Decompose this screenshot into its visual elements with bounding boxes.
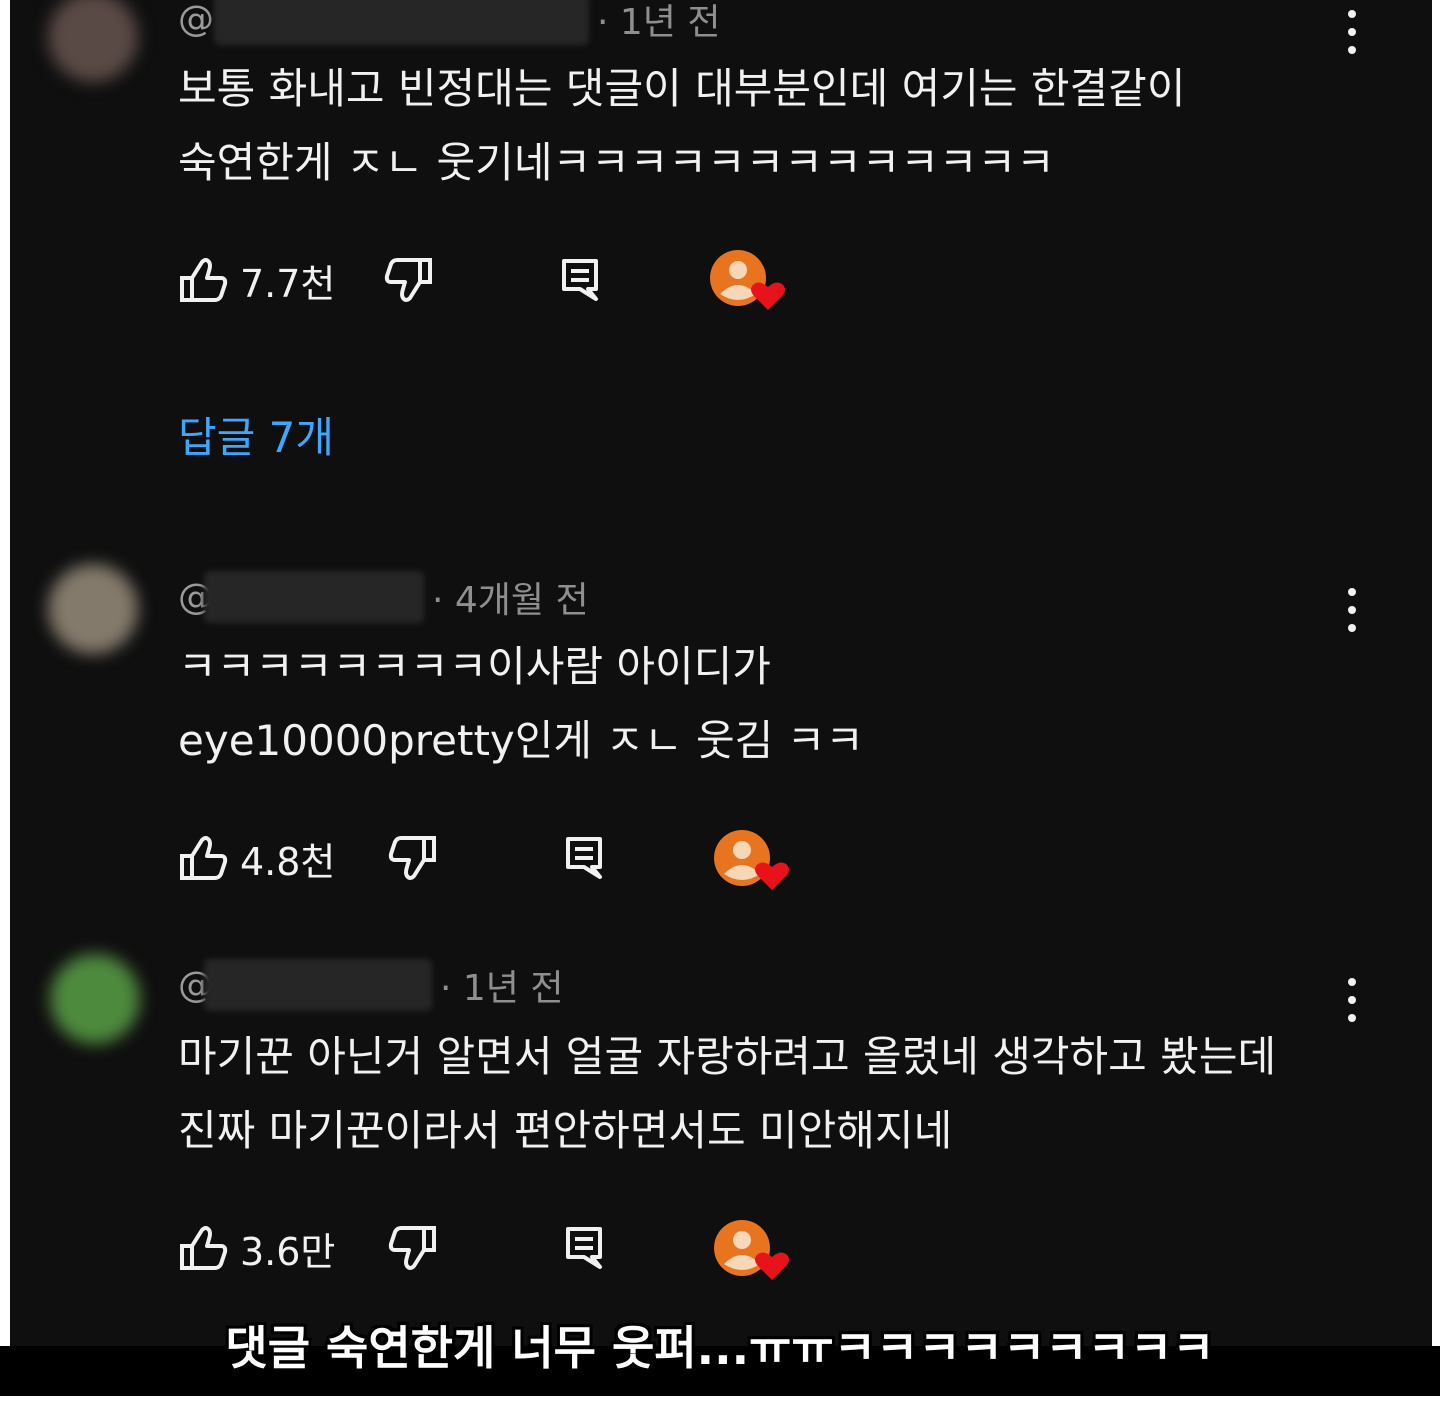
like-count: 7.7천	[240, 261, 336, 306]
reply-button[interactable]	[564, 828, 604, 888]
dislike-button[interactable]	[386, 828, 438, 888]
comment-time: · 1년 전	[440, 968, 564, 1009]
blurred-username[interactable]	[214, 0, 589, 45]
thumbs-down-icon	[384, 258, 432, 302]
creator-heart-icon	[714, 830, 789, 890]
thumbs-down-icon	[388, 836, 436, 880]
comment-text: 보통 화내고 빈정대는 댓글이 대부분인데 여기는 한결같이 숙연한게 ㅈㄴ 웃…	[178, 52, 1352, 200]
comment-line: 진짜 마기꾼이라서 편안하면서도 미안해지네	[178, 1106, 953, 1155]
comment-meta: @ · 1년 전	[178, 959, 571, 1011]
comment-time: · 1년 전	[597, 2, 721, 43]
reply-icon	[566, 1227, 602, 1269]
comment-actions: 4.8천	[178, 828, 878, 890]
reply-button[interactable]	[560, 250, 600, 310]
creator-heart-icon	[714, 1220, 789, 1280]
comment-text: ㅋㅋㅋㅋㅋㅋㅋㅋ이사람 아이디가 eye10000pretty인게 ㅈㄴ 웃김 …	[178, 630, 1352, 778]
comment-line: 보통 화내고 빈정대는 댓글이 대부분인데 여기는 한결같이	[178, 64, 1186, 113]
reply-button[interactable]	[564, 1218, 604, 1278]
dislike-button[interactable]	[386, 1218, 438, 1278]
more-options-button[interactable]	[1342, 978, 1362, 1022]
commenter-avatar[interactable]	[48, 564, 138, 654]
blurred-username[interactable]	[204, 959, 432, 1011]
thumbs-up-icon	[180, 1226, 228, 1270]
blurred-username[interactable]	[204, 571, 424, 623]
dislike-button[interactable]	[382, 250, 434, 310]
creator-heart-icon	[710, 250, 785, 310]
comment-line: ㅋㅋㅋㅋㅋㅋㅋㅋ이사람 아이디가	[178, 642, 771, 691]
thumbs-up-icon	[180, 258, 228, 302]
comment-actions: 3.6만	[178, 1218, 878, 1280]
thumbs-down-icon	[388, 1226, 436, 1270]
comment-meta: @ · 4개월 전	[178, 571, 597, 623]
comments-screen: @ · 1년 전 보통 화내고 빈정대는 댓글이 대부분인데 여기는 한결같이 …	[10, 0, 1432, 1346]
handle-at[interactable]: @	[178, 0, 214, 40]
comment-time: · 4개월 전	[432, 580, 589, 621]
comment-line: eye10000pretty인게 ㅈㄴ 웃김 ㅋㅋ	[178, 716, 864, 765]
comment-line: 숙연한게 ㅈㄴ 웃기네ㅋㅋㅋㅋㅋㅋㅋㅋㅋㅋㅋㅋㅋ	[178, 138, 1055, 187]
reply-icon	[566, 837, 602, 879]
reply-icon	[562, 259, 598, 301]
comment-text: 마기꾼 아닌거 알면서 얼굴 자랑하려고 올렸네 생각하고 봤는데 진짜 마기꾼…	[178, 1020, 1352, 1168]
like-count: 4.8천	[240, 839, 336, 884]
thumbs-up-icon	[180, 836, 228, 880]
video-caption: 댓글 숙연한게 너무 웃퍼...ㅠㅠㅋㅋㅋㅋㅋㅋㅋㅋㅋ	[225, 1321, 1215, 1375]
commenter-avatar[interactable]	[48, 0, 138, 82]
creator-heart	[712, 1218, 792, 1288]
like-button[interactable]: 3.6만	[178, 1218, 335, 1278]
comment-actions: 7.7천	[178, 250, 878, 310]
bottom-border	[0, 1396, 1440, 1407]
like-button[interactable]: 4.8천	[178, 828, 335, 888]
like-button[interactable]: 7.7천	[178, 250, 335, 310]
more-options-button[interactable]	[1342, 10, 1362, 54]
more-options-button[interactable]	[1342, 588, 1362, 632]
creator-heart	[708, 248, 788, 318]
like-count: 3.6만	[240, 1229, 336, 1274]
view-replies-link[interactable]: 답글 7개	[178, 404, 334, 465]
creator-heart	[712, 828, 792, 898]
comment-line: 마기꾼 아닌거 알면서 얼굴 자랑하려고 올렸네 생각하고 봤는데	[178, 1032, 1277, 1081]
comment-meta: @ · 1년 전	[178, 0, 728, 45]
commenter-avatar[interactable]	[50, 954, 140, 1044]
